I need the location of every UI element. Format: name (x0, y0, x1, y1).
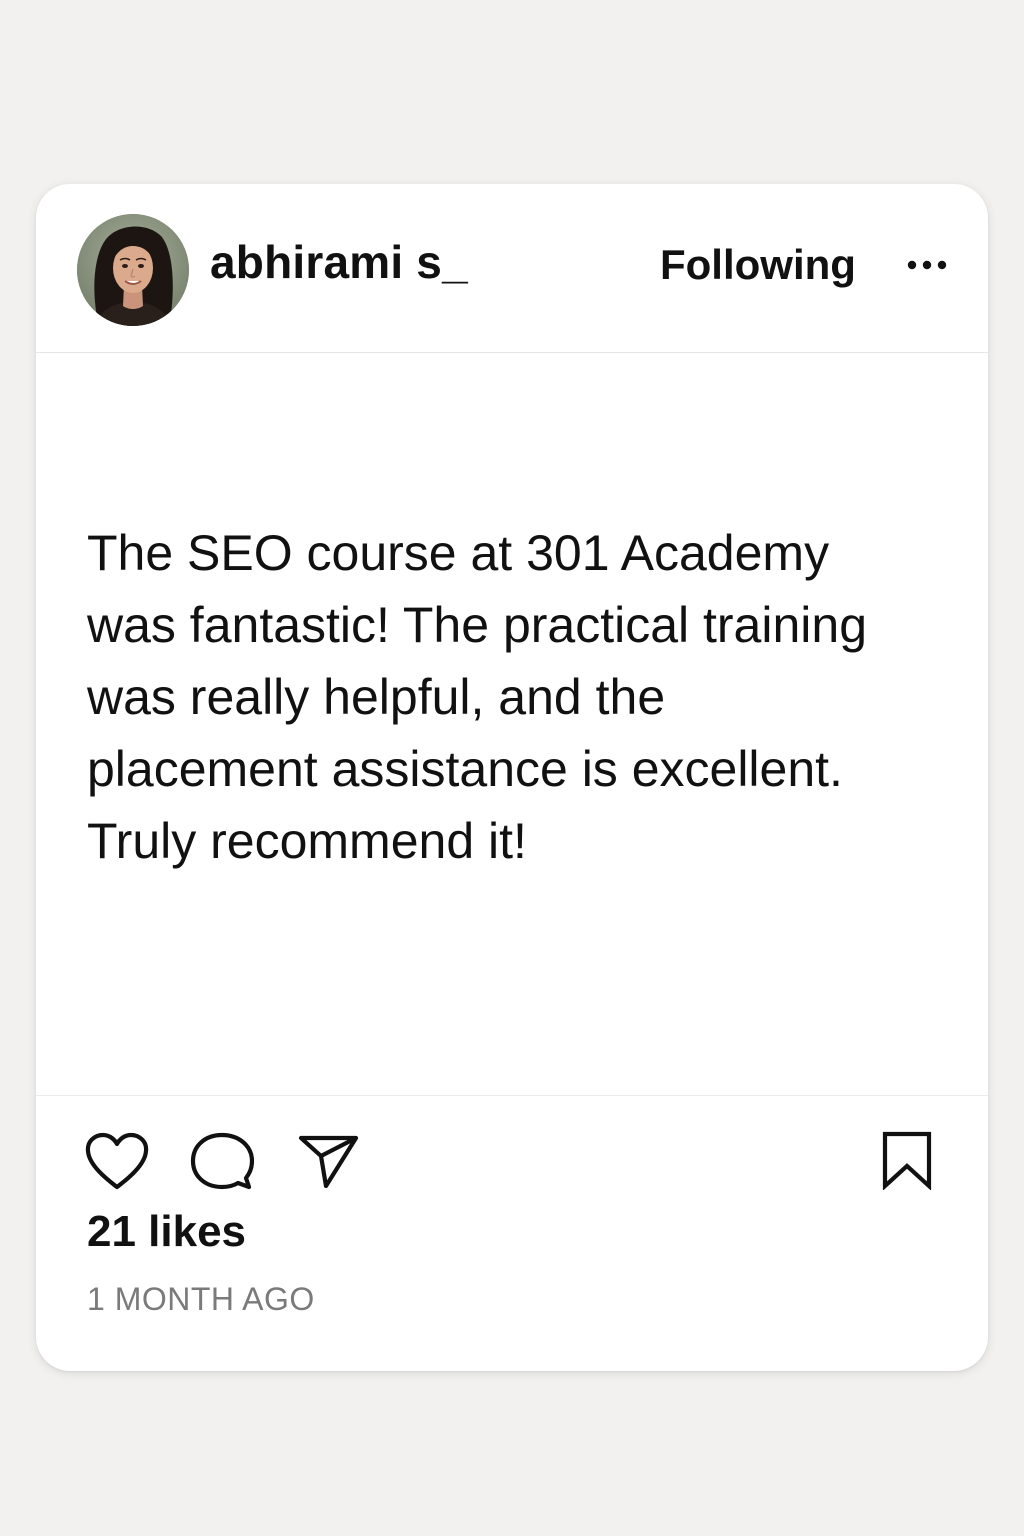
post-body: The SEO course at 301 Academy was fantas… (36, 353, 988, 1096)
like-count[interactable]: 21 likes (87, 1206, 246, 1258)
following-button[interactable]: Following (660, 239, 856, 291)
profile-photo (77, 214, 189, 326)
avatar[interactable] (77, 214, 189, 326)
bookmark-icon (882, 1131, 932, 1190)
comment-icon (190, 1132, 254, 1190)
more-horizontal-icon (907, 260, 947, 270)
post-header: abhirami s_ Following (36, 184, 988, 353)
post-card: abhirami s_ Following The SEO course at … (36, 184, 988, 1371)
heart-icon (85, 1132, 149, 1190)
author-username[interactable]: abhirami s_ (210, 234, 468, 290)
post-actions: 21 likes 1 MONTH AGO (36, 1096, 988, 1371)
send-icon (298, 1135, 359, 1189)
save-button[interactable] (881, 1130, 933, 1190)
more-options-button[interactable] (904, 250, 952, 280)
post-text: The SEO course at 301 Academy was fantas… (87, 525, 868, 869)
share-button[interactable] (298, 1132, 360, 1190)
like-button[interactable] (84, 1132, 150, 1192)
comment-button[interactable] (190, 1131, 254, 1193)
post-timestamp: 1 MONTH AGO (87, 1281, 315, 1317)
